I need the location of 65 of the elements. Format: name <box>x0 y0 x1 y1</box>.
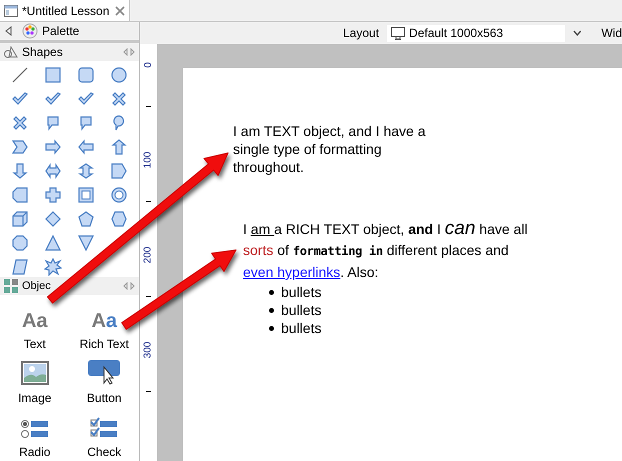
shape-icon[interactable] <box>10 162 29 180</box>
shape-icon[interactable] <box>44 258 62 276</box>
shape-icon[interactable] <box>44 210 62 228</box>
objects-icon <box>4 279 18 294</box>
button-icon <box>87 358 122 385</box>
bullet-text: bullets <box>281 319 322 337</box>
shape-icon[interactable] <box>77 186 96 204</box>
shapes-icon <box>4 46 18 58</box>
chevron-down-icon[interactable] <box>572 30 582 36</box>
object-label[interactable]: Text <box>24 334 46 353</box>
layout-select[interactable]: Default 1000x563 <box>387 24 565 42</box>
ruler-label: 200 <box>142 246 154 264</box>
section-title: Shapes <box>22 44 63 62</box>
ruler-label: 300 <box>142 342 154 358</box>
object-label[interactable]: Rich Text <box>80 334 129 353</box>
shape-icon[interactable] <box>10 234 29 252</box>
shape-icon[interactable] <box>10 210 29 228</box>
layout-label: Layout <box>343 25 380 42</box>
expand-icon[interactable] <box>123 48 135 56</box>
image-icon <box>20 360 49 385</box>
expand-icon[interactable] <box>123 282 135 290</box>
object-label[interactable]: Image <box>18 388 52 407</box>
collapse-icon[interactable] <box>4 26 14 36</box>
ruler-label: 0 <box>142 62 154 68</box>
monitor-icon <box>391 26 406 40</box>
shape-icon[interactable] <box>44 66 62 84</box>
bullet-text: bullets <box>281 283 322 301</box>
object-label[interactable]: Button <box>86 388 122 407</box>
shape-icon[interactable] <box>110 162 128 180</box>
shape-icon[interactable] <box>10 66 29 84</box>
shape-icon[interactable] <box>110 138 128 156</box>
text-object[interactable]: I am TEXT object, and I have a single type of formatting throughout. <box>233 122 448 176</box>
radio-list-icon <box>20 418 50 439</box>
shape-icon[interactable] <box>77 138 96 156</box>
section-title: Objec <box>22 278 51 294</box>
rich-text-icon: Aa <box>91 310 118 331</box>
width-label: Wid <box>601 25 622 42</box>
ruler-label: 100 <box>142 152 154 168</box>
shape-icon[interactable] <box>44 234 62 252</box>
shape-icon[interactable] <box>77 210 96 228</box>
shape-icon[interactable] <box>10 114 29 132</box>
palette-title: Palette <box>42 23 80 40</box>
shape-icon[interactable] <box>110 66 128 84</box>
rich-text-object[interactable]: I am a RICH TEXT object, and I can have all sorts of formatting in different places and even hyperlinks. Also: <box>243 218 528 283</box>
object-label[interactable]: Check <box>87 442 122 461</box>
shape-icon[interactable] <box>10 186 29 204</box>
shape-icon[interactable] <box>44 162 62 180</box>
window-icon <box>4 4 18 16</box>
shape-icon[interactable] <box>77 66 96 84</box>
editor-tab[interactable]: *Untitled Lesson <box>0 0 130 21</box>
shape-icon[interactable] <box>44 138 62 156</box>
text-icon: Aa <box>22 310 48 331</box>
checklist-icon <box>89 416 120 439</box>
shape-icon[interactable] <box>77 162 96 180</box>
bullet-text: bullets <box>281 301 322 319</box>
shape-icon[interactable] <box>10 138 29 156</box>
shape-icon[interactable] <box>110 186 128 204</box>
shape-icon[interactable] <box>110 90 128 108</box>
object-label[interactable]: Radio <box>19 442 50 461</box>
close-icon[interactable] <box>115 6 125 16</box>
shape-icon[interactable] <box>44 186 62 204</box>
hyperlink[interactable]: even hyperlinks <box>243 264 340 280</box>
shape-icon[interactable] <box>77 234 96 252</box>
tab-title: *Untitled Lesson <box>22 2 110 20</box>
shape-icon[interactable] <box>110 210 128 228</box>
